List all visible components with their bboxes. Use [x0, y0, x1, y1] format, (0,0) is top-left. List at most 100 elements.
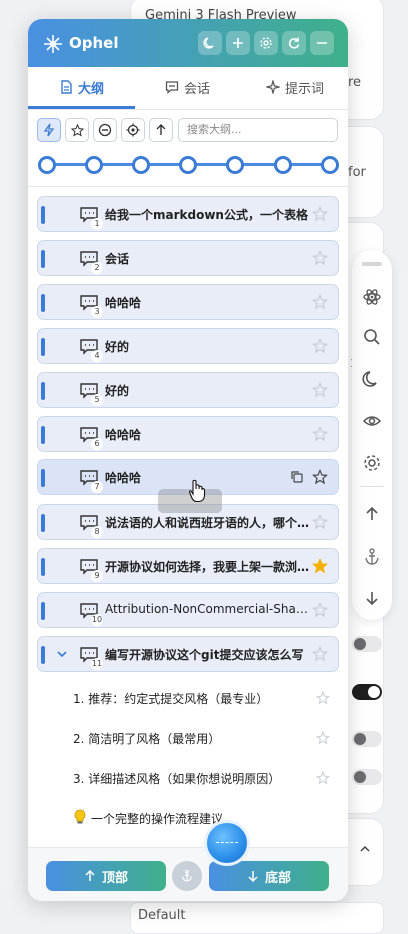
level-bar: [41, 558, 45, 576]
item-text: 哈哈哈: [105, 428, 142, 442]
settings-button[interactable]: [254, 31, 278, 55]
level-slider-dot[interactable]: [226, 156, 244, 174]
moon-icon[interactable]: [362, 369, 382, 389]
tab-outline[interactable]: 大纲: [59, 67, 104, 107]
sub-heading[interactable]: 3. 详细描述风格（如果你想说明原因）: [73, 770, 280, 787]
floating-action-button[interactable]: [204, 820, 250, 866]
item-text: 哈哈哈: [105, 471, 142, 485]
level-slider-dot[interactable]: [321, 156, 339, 174]
add-button[interactable]: [226, 31, 250, 55]
panel-header[interactable]: Ophel: [28, 19, 348, 67]
item-number: 11: [91, 658, 103, 670]
level-bar: [41, 602, 45, 620]
star-icon[interactable]: [312, 250, 328, 266]
arrow-up-icon: [156, 124, 166, 135]
arrow-down-icon[interactable]: [362, 588, 382, 608]
chevron-down-icon[interactable]: [55, 647, 69, 661]
tab-label: 大纲: [78, 81, 105, 97]
theme-button[interactable]: [198, 31, 222, 55]
star-icon[interactable]: [312, 469, 328, 485]
outline-item[interactable]: 6 哈哈哈: [37, 416, 339, 452]
level-bar: [41, 646, 45, 664]
background-toggle[interactable]: [352, 769, 382, 785]
sparkle-icon: [266, 80, 280, 94]
copy-icon[interactable]: [290, 470, 304, 484]
scroll-top-button[interactable]: 顶部: [46, 861, 166, 891]
level-slider-dot[interactable]: [38, 156, 56, 174]
outline-item[interactable]: 1 给我一个markdown公式，一个表格: [37, 196, 339, 232]
outline-item[interactable]: 10 Attribution-NonCommercial-ShareA...: [37, 592, 339, 628]
background-toggle[interactable]: [352, 636, 382, 652]
outline-item[interactable]: 9 开源协议如何选择，我要上架一款浏...: [37, 548, 339, 584]
star-icon[interactable]: [312, 602, 328, 618]
outline-item[interactable]: 3 哈哈哈: [37, 284, 339, 320]
star-icon[interactable]: [316, 691, 330, 705]
background-partial-text: re: [348, 75, 362, 90]
drag-handle[interactable]: [362, 262, 382, 266]
outline-search-input[interactable]: 搜索大纲...: [178, 118, 338, 142]
level-bar: [41, 206, 45, 224]
level-bar: [41, 469, 45, 487]
outline-item[interactable]: 11 编写开源协议这个git提交应该怎么写: [37, 636, 339, 672]
level-slider-dot[interactable]: [179, 156, 197, 174]
auto-follow-button[interactable]: [37, 118, 61, 142]
sub-heading[interactable]: 2. 简洁明了风格（最常用）: [73, 730, 220, 747]
minimize-button[interactable]: [310, 31, 334, 55]
star-icon[interactable]: [312, 382, 328, 398]
outline-item[interactable]: 5 好的: [37, 372, 339, 408]
search-icon[interactable]: [362, 327, 382, 347]
sub-heading[interactable]: 一个完整的操作流程建议: [91, 810, 223, 827]
scroll-top-button[interactable]: [149, 118, 173, 142]
target-icon: [126, 123, 140, 137]
star-icon[interactable]: [316, 771, 330, 785]
item-number: 3: [91, 306, 103, 318]
level-bar: [41, 426, 45, 444]
anchor-icon[interactable]: [362, 547, 382, 567]
outline-panel: Ophel 大纲 会话 提示词 搜索大纲... 1 给我一个markdown公式…: [28, 19, 348, 901]
item-text: 好的: [105, 384, 130, 398]
bookmark-filter-button[interactable]: [65, 118, 89, 142]
arrow-down-icon: [248, 871, 258, 882]
eye-icon[interactable]: [362, 411, 382, 431]
refresh-button[interactable]: [282, 31, 306, 55]
bottom-label: 底部: [264, 870, 291, 886]
tab-conversations[interactable]: 会话: [165, 67, 210, 107]
item-number: 4: [91, 350, 103, 362]
level-slider-dot[interactable]: [85, 156, 103, 174]
item-number: 2: [91, 262, 103, 274]
sub-heading[interactable]: 1. 推荐：约定式提交风格（最专业）: [73, 690, 268, 707]
item-number: 9: [91, 570, 103, 582]
item-text: 会话: [105, 252, 130, 266]
star-icon[interactable]: [312, 514, 328, 530]
star-filled-icon[interactable]: [312, 558, 328, 574]
arrow-up-icon: [85, 870, 95, 881]
minus-circle-icon: [98, 123, 112, 137]
level-slider-dot[interactable]: [132, 156, 150, 174]
background-toggle[interactable]: [352, 684, 382, 700]
atom-icon[interactable]: [362, 287, 382, 307]
locate-button[interactable]: [121, 118, 145, 142]
level-slider-dot[interactable]: [274, 156, 292, 174]
background-toggle[interactable]: [352, 731, 382, 747]
item-text: 好的: [105, 340, 130, 354]
item-number: 7: [91, 481, 103, 493]
active-tab-indicator: [28, 106, 135, 109]
outline-item[interactable]: 4 好的: [37, 328, 339, 364]
item-text: 说法语的人和说西班牙语的人，哪个...: [105, 516, 310, 530]
arrow-up-icon[interactable]: [362, 504, 382, 524]
star-icon[interactable]: [312, 338, 328, 354]
star-icon[interactable]: [312, 206, 328, 222]
star-icon[interactable]: [312, 426, 328, 442]
chevron-up-icon[interactable]: [358, 842, 372, 856]
moon-icon: [203, 37, 214, 49]
star-icon[interactable]: [316, 731, 330, 745]
background-partial-text: for: [348, 165, 366, 180]
star-icon[interactable]: [312, 646, 328, 662]
floating-toolbar: [352, 250, 392, 620]
anchor-button[interactable]: [172, 861, 202, 891]
outline-item[interactable]: 2 会话: [37, 240, 339, 276]
gear-icon[interactable]: [362, 453, 382, 473]
tab-prompts[interactable]: 提示词: [266, 67, 324, 107]
collapse-all-button[interactable]: [93, 118, 117, 142]
star-icon[interactable]: [312, 294, 328, 310]
